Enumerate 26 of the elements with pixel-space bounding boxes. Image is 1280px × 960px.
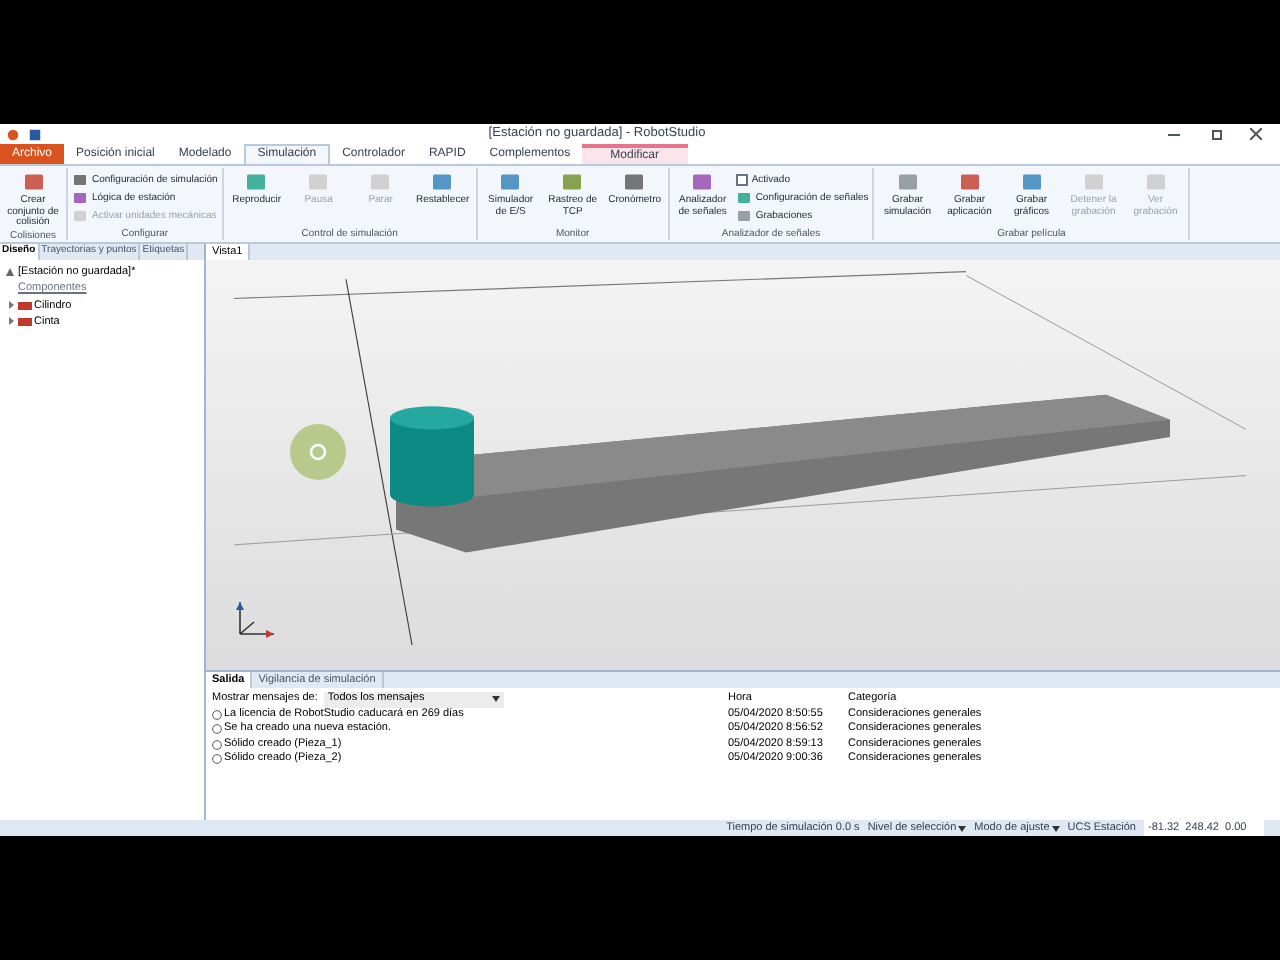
- tool-icon: [306, 170, 331, 194]
- tool-icon: [244, 170, 269, 194]
- tool-icon: [498, 170, 523, 194]
- tool-icon: [1081, 170, 1106, 194]
- axes-icon: [234, 596, 278, 640]
- dropdown-caret-icon: [491, 696, 500, 703]
- tool-icon: [21, 170, 45, 194]
- app-logo-icon: [6, 127, 20, 141]
- cylinder-drawing[interactable]: [390, 406, 474, 507]
- expander-icon[interactable]: [6, 316, 16, 327]
- tool-icon: [368, 170, 393, 194]
- maximize-icon[interactable]: [1212, 129, 1222, 139]
- expander-icon[interactable]: [6, 300, 16, 311]
- rotate-handle[interactable]: [290, 424, 346, 480]
- tool-icon: [895, 170, 920, 194]
- caret-icon: [958, 825, 967, 831]
- tool-icon: [957, 170, 982, 194]
- tool-icon: [622, 170, 647, 194]
- close-icon[interactable]: [1250, 128, 1262, 140]
- tool-icon: [430, 170, 455, 194]
- tool-icon: [1019, 170, 1044, 194]
- caret-icon: [1051, 825, 1060, 831]
- tool-icon: [1143, 170, 1168, 194]
- minimize-icon[interactable]: [1168, 133, 1180, 135]
- tool-icon: [690, 170, 715, 194]
- tool-icon: [560, 170, 585, 194]
